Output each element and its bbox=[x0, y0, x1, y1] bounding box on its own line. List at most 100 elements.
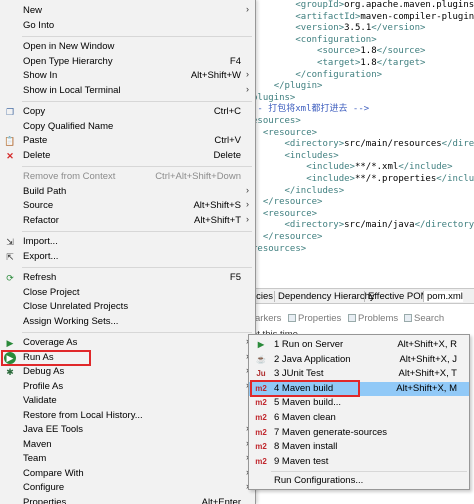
submenu-item-label: 2 Java Application bbox=[274, 353, 351, 365]
submenu-item-label: 9 Maven test bbox=[274, 455, 329, 467]
menu-item-restore-from-local-history[interactable]: Restore from Local History... bbox=[0, 409, 255, 424]
menu-item-build-path[interactable]: Build Path › bbox=[0, 185, 255, 200]
menu-item-debug-as[interactable]: ✱Debug As› bbox=[0, 365, 255, 380]
menu-item-label: Refresh bbox=[23, 272, 57, 283]
m2-icon: m2 bbox=[255, 413, 267, 422]
empty-icon bbox=[4, 381, 16, 393]
view-search[interactable]: Search bbox=[404, 313, 444, 324]
submenu-item-7-maven-generate-sources[interactable]: m2 7 Maven generate-sources bbox=[249, 426, 469, 441]
menu-item-new[interactable]: New › bbox=[0, 4, 255, 19]
menu-item-source[interactable]: Source Alt+Shift+S › bbox=[0, 199, 255, 214]
menu-item-label: Java EE Tools bbox=[23, 424, 84, 435]
menu-item-label: Source bbox=[23, 200, 54, 211]
menu-item-paste[interactable]: 📋 Paste Ctrl+V bbox=[0, 134, 255, 149]
empty-icon bbox=[4, 497, 16, 504]
menu-item-label: Debug As bbox=[23, 366, 65, 377]
view-problems[interactable]: Problems bbox=[348, 313, 398, 324]
tab-pom-xml[interactable]: pom.xml bbox=[423, 291, 463, 302]
empty-icon bbox=[4, 41, 16, 53]
menu-item-profile-as[interactable]: Profile As› bbox=[0, 380, 255, 395]
menu-separator bbox=[22, 231, 252, 232]
submenu-item-2-java-application[interactable]: ☕ 2 Java Application Alt+Shift+X, J bbox=[249, 353, 469, 368]
menu-item-label: Open Type Hierarchy bbox=[23, 55, 113, 67]
views-bar: arkers Properties Problems Search bbox=[252, 310, 474, 328]
submenu-item-6-maven-clean[interactable]: m2 6 Maven clean bbox=[249, 411, 469, 426]
menu-item-label: Profile As bbox=[23, 380, 64, 392]
menu-item-refresh[interactable]: ⟳ Refresh F5 bbox=[0, 271, 255, 286]
menu-item-copy[interactable]: ❐ Copy Ctrl+C bbox=[0, 105, 255, 120]
empty-icon bbox=[4, 121, 16, 133]
menu-item-label: Import... bbox=[23, 236, 58, 247]
empty-icon bbox=[4, 410, 16, 422]
menu-item-close-unrelated-projects[interactable]: Close Unrelated Projects bbox=[0, 300, 255, 315]
empty-icon bbox=[4, 439, 16, 451]
menu-item-label: Compare With bbox=[23, 467, 84, 479]
tab-effective-pom[interactable]: Effective POM bbox=[364, 291, 429, 302]
submenu-item-1-run-on-server[interactable]: ▶ 1 Run on Server Alt+Shift+X, R bbox=[249, 338, 469, 353]
menu-item-label: Assign Working Sets... bbox=[23, 315, 119, 327]
code-line: <resource> bbox=[262, 208, 318, 219]
code-line: esources> bbox=[252, 116, 301, 126]
submenu-item-9-maven-test[interactable]: m2 9 Maven test bbox=[249, 455, 469, 470]
view-markers[interactable]: arkers bbox=[255, 313, 281, 324]
menu-item-java-ee-tools[interactable]: Java EE Tools› bbox=[0, 423, 255, 438]
menu-item-shortcut: Delete bbox=[213, 149, 241, 161]
code-line: <directory>src/main/java</directory> bbox=[284, 220, 474, 231]
delete-icon: ✕ bbox=[6, 150, 14, 161]
code-line: <includes> bbox=[284, 150, 339, 161]
menu-item-refactor[interactable]: Refactor Alt+Shift+T › bbox=[0, 214, 255, 229]
menu-item-shortcut: Alt+Shift+T bbox=[194, 214, 241, 226]
menu-item-copy-qualified-name[interactable]: Copy Qualified Name bbox=[0, 120, 255, 135]
menu-item-label: Coverage As bbox=[23, 337, 78, 348]
menu-item-coverage-as[interactable]: ▶Coverage As› bbox=[0, 336, 255, 351]
submenu-item-shortcut: Alt+Shift+X, J bbox=[399, 353, 457, 365]
problems-icon bbox=[348, 314, 356, 322]
empty-icon bbox=[4, 316, 16, 328]
m2-icon: m2 bbox=[255, 442, 267, 452]
empty-icon bbox=[4, 171, 16, 183]
menu-item-open-in-new-window[interactable]: Open in New Window bbox=[0, 40, 255, 55]
server-icon: ▶ bbox=[257, 340, 265, 349]
menu-item-team[interactable]: Team› bbox=[0, 452, 255, 467]
menu-item-configure[interactable]: Configure› bbox=[0, 481, 255, 496]
menu-item-label: Paste bbox=[23, 135, 48, 146]
coverage-icon: ▶ bbox=[6, 338, 14, 348]
menu-item-assign-working-sets[interactable]: Assign Working Sets... bbox=[0, 315, 255, 330]
code-line: <configuration> bbox=[295, 34, 377, 45]
menu-item-show-in-local-terminal[interactable]: Show in Local Terminal › bbox=[0, 84, 255, 99]
menu-item-shortcut: Alt+Shift+S bbox=[193, 200, 241, 211]
menu-item-compare-with[interactable]: Compare With› bbox=[0, 467, 255, 482]
menu-item-validate[interactable]: Validate bbox=[0, 394, 255, 409]
submenu-item-5-maven-build[interactable]: m2 5 Maven build... bbox=[249, 396, 469, 411]
chevron-right-icon: › bbox=[246, 213, 249, 224]
empty-icon bbox=[4, 56, 16, 68]
export-icon: ⇱ bbox=[6, 251, 14, 262]
view-properties[interactable]: Properties bbox=[288, 313, 341, 324]
menu-item-label: Remove from Context bbox=[23, 171, 116, 182]
menu-item-shortcut: F5 bbox=[229, 272, 241, 283]
run-as-submenu: ▶ 1 Run on Server Alt+Shift+X, R ☕ 2 Java Ap… bbox=[248, 334, 470, 490]
menu-item-properties[interactable]: Properties Alt+Enter bbox=[0, 496, 255, 504]
menu-item-go-into[interactable]: Go Into bbox=[0, 19, 255, 34]
menu-item-delete[interactable]: ✕ Delete Delete bbox=[0, 149, 255, 164]
menu-separator bbox=[22, 101, 252, 102]
menu-item-label: Configure bbox=[23, 482, 65, 493]
menu-item-import[interactable]: ⇲ Import... bbox=[0, 235, 255, 250]
xml-editor[interactable]: <groupId>org.apache.maven.plugins</g <ar… bbox=[252, 0, 474, 262]
menu-item-show-in[interactable]: Show In Alt+Shift+W › bbox=[0, 69, 255, 84]
submenu-item-8-maven-install[interactable]: m2 8 Maven install bbox=[249, 440, 469, 455]
tab-dependency-hierarchy[interactable]: Dependency Hierarchy bbox=[274, 291, 375, 302]
submenu-item-run-configurations[interactable]: Run Configurations... bbox=[249, 474, 469, 489]
submenu-item-label: 6 Maven clean bbox=[274, 412, 336, 423]
menu-item-label: Restore from Local History... bbox=[23, 409, 143, 421]
paste-icon: 📋 bbox=[4, 136, 16, 146]
m2-icon: m2 bbox=[255, 427, 267, 437]
menu-item-maven[interactable]: Maven› bbox=[0, 438, 255, 453]
run-as-highlight-box bbox=[1, 349, 91, 366]
menu-item-open-type-hierarchy[interactable]: Open Type Hierarchy F4 bbox=[0, 55, 255, 70]
tab-dependencies[interactable]: icies bbox=[254, 291, 273, 302]
menu-item-shortcut: Ctrl+Alt+Shift+Down bbox=[155, 171, 241, 182]
submenu-item-label: 1 Run on Server bbox=[274, 339, 344, 350]
menu-item-close-project[interactable]: Close Project bbox=[0, 286, 255, 301]
menu-item-export[interactable]: ⇱ Export... bbox=[0, 250, 255, 265]
